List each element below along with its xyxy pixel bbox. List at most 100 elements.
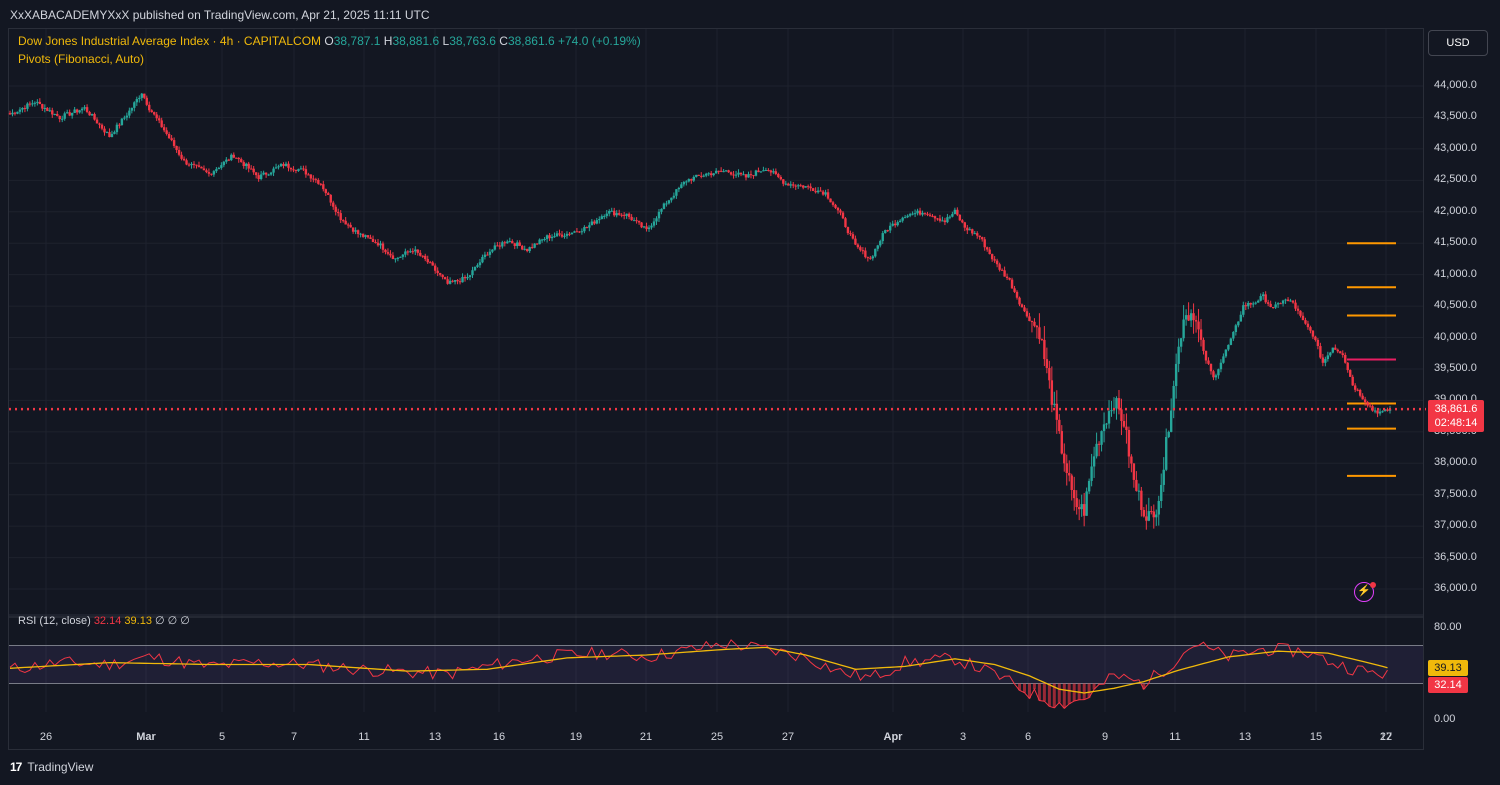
candle-body [113, 132, 116, 134]
candle-body [801, 185, 805, 188]
candle-body [588, 225, 591, 228]
candle-body [471, 270, 474, 276]
candle-body [319, 183, 323, 185]
candle-body [953, 209, 957, 215]
symbol-legend[interactable]: Dow Jones Industrial Average Index · 4h … [18, 34, 641, 48]
candle-body [754, 170, 758, 176]
candle-body [175, 145, 178, 150]
candle-body [774, 171, 778, 175]
candle-body [642, 226, 646, 228]
rsi-axis-0: 0.00 [1434, 713, 1456, 725]
tradingview-logo-icon: 17 [10, 760, 22, 774]
candle-body [83, 107, 86, 109]
candle-body [1162, 469, 1165, 485]
candle-body [1140, 490, 1143, 510]
candle-body [1237, 321, 1240, 326]
candle-body [988, 249, 991, 255]
candle-body [1160, 484, 1163, 501]
pivots-indicator-label[interactable]: Pivots (Fibonacci, Auto) [18, 52, 144, 66]
pivot-lines [1347, 242, 1396, 477]
last-price-value: 38,861.6 [1434, 403, 1478, 415]
candle-body [1013, 288, 1016, 292]
candle-body [1219, 362, 1223, 370]
time-axis-label: 3 [959, 731, 967, 743]
candle-body [73, 109, 76, 114]
candle-body [307, 174, 310, 176]
currency-button[interactable]: USD [1428, 30, 1488, 56]
candle-body [140, 93, 143, 98]
candle-body [901, 217, 904, 221]
candle-body [448, 280, 452, 284]
candle-body [893, 223, 897, 226]
time-axis-label: 6 [1024, 731, 1032, 743]
candle-body [1085, 491, 1088, 516]
candle-body [75, 109, 79, 113]
price-axis-label: 42,500.0 [1434, 173, 1477, 186]
candle-body [58, 115, 61, 120]
candle-body [406, 251, 410, 253]
candle-body [1050, 380, 1054, 405]
candle-body [1314, 336, 1317, 340]
candle-body [1063, 453, 1066, 464]
candle-body [1381, 411, 1384, 413]
candle-body [289, 167, 293, 170]
price-axis-label: 37,000.0 [1434, 519, 1477, 532]
candle-body [839, 210, 842, 213]
candle-body [1358, 390, 1362, 396]
candle-body [478, 262, 482, 266]
candle-body [844, 218, 847, 228]
candle-body [1279, 303, 1282, 305]
candle-body [1189, 313, 1193, 321]
candle-body [1356, 389, 1359, 391]
candle-body [252, 168, 255, 173]
candle-body [821, 191, 825, 195]
candle-body [1194, 320, 1198, 322]
candle-body [100, 124, 104, 129]
tradingview-branding[interactable]: 17 TradingView [10, 760, 93, 774]
time-axis-label: 13 [1238, 731, 1252, 743]
candle-body [1090, 466, 1093, 481]
candle-body [677, 187, 681, 190]
candle-body [125, 115, 129, 118]
candle-body [43, 108, 47, 110]
candle-body [222, 161, 226, 166]
candle-body [933, 216, 937, 219]
candle-body [1329, 352, 1332, 356]
chart-canvas[interactable] [0, 0, 1500, 785]
candle-body [1125, 426, 1128, 430]
candle-body [891, 223, 894, 226]
candle-body [573, 231, 576, 233]
close-label: C [499, 34, 508, 48]
candle-body [277, 166, 280, 168]
candle-body [1202, 339, 1205, 351]
candle-body [299, 168, 303, 170]
candle-body [1065, 463, 1068, 473]
candle-body [110, 133, 114, 138]
candle-body [456, 280, 459, 282]
candle-body [453, 280, 457, 282]
time-axis-label: 27 [781, 731, 795, 743]
candle-body [804, 186, 807, 188]
candle-body [1147, 511, 1151, 521]
candle-body [1095, 443, 1098, 457]
candle-body [829, 198, 832, 203]
candle-body [1172, 385, 1175, 411]
candle-body [826, 192, 830, 199]
rsi-oversold-fill [1013, 683, 1146, 709]
candle-body [1276, 303, 1280, 305]
candle-body [928, 214, 932, 216]
candle-body [192, 163, 196, 165]
notification-dot [1370, 582, 1376, 588]
candle-body [461, 276, 464, 283]
candle-body [767, 169, 770, 171]
candle-body [369, 237, 372, 239]
candle-body [46, 108, 49, 111]
candle-body [85, 107, 89, 112]
candle-body [207, 172, 211, 174]
candle-body [33, 102, 37, 104]
candle-body [376, 242, 380, 246]
rsi-legend[interactable]: RSI (12, close) 32.14 39.13 ∅ ∅ ∅ [18, 614, 190, 627]
time-axis-label: 7 [290, 731, 298, 743]
candle-body [1334, 347, 1337, 350]
candle-body [202, 168, 206, 171]
